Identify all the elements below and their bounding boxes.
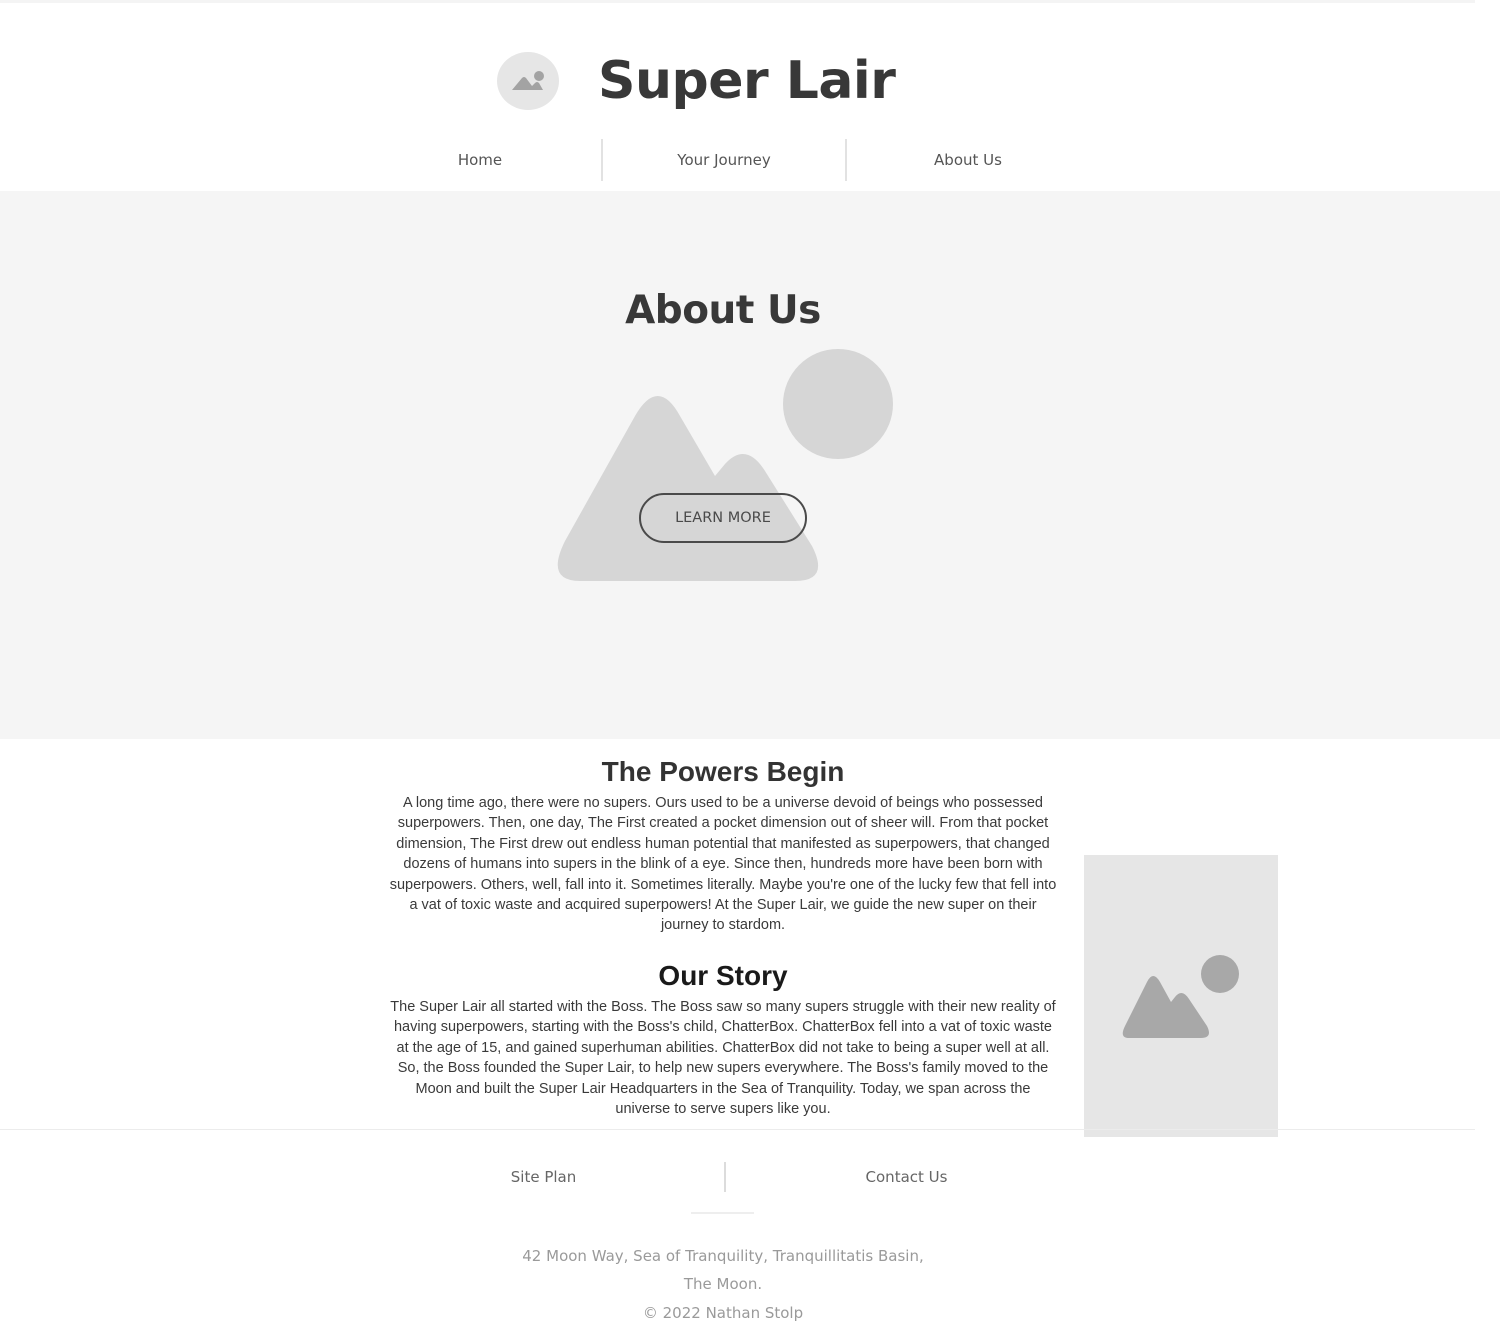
site-title: Super Lair — [598, 51, 896, 111]
section-text-our-story: The Super Lair all started with the Boss… — [390, 999, 1056, 1118]
footer-copyright: © 2022 Nathan Stolp — [642, 1304, 804, 1322]
nav-item-about-us[interactable]: About Us — [847, 139, 1089, 181]
header-top-rule — [0, 0, 1475, 3]
section-text-powers-begin: A long time ago, there were no supers. O… — [389, 795, 1057, 934]
footer-nav: Site Plan Contact Us — [363, 1162, 1087, 1192]
footer-divider — [691, 1212, 754, 1214]
nav-item-your-journey[interactable]: Your Journey — [603, 139, 845, 181]
learn-more-button[interactable]: LEARN MORE — [639, 493, 807, 543]
hero-image-placeholder-icon — [557, 349, 893, 581]
footer-link-site-plan[interactable]: Site Plan — [363, 1162, 724, 1192]
image-placeholder-icon — [1122, 955, 1239, 1038]
footer-address-line2: The Moon. — [683, 1275, 763, 1293]
section-title-powers-begin: The Powers Begin — [601, 756, 845, 787]
hero-title: About Us — [625, 288, 821, 333]
main-nav: Home Your Journey About Us — [359, 139, 1089, 181]
footer-address-line1: 42 Moon Way, Sea of Tranquility, Tranqui… — [522, 1247, 924, 1265]
hero-section: About Us LEARN MORE — [0, 191, 1500, 739]
page: Super Lair Home Your Journey About Us Ab… — [0, 0, 1500, 1335]
side-image-placeholder — [1084, 855, 1278, 1137]
nav-item-home[interactable]: Home — [359, 139, 601, 181]
logo-image-placeholder-icon[interactable] — [497, 52, 559, 110]
footer-rule — [0, 1129, 1475, 1130]
footer-link-contact-us[interactable]: Contact Us — [726, 1162, 1087, 1192]
